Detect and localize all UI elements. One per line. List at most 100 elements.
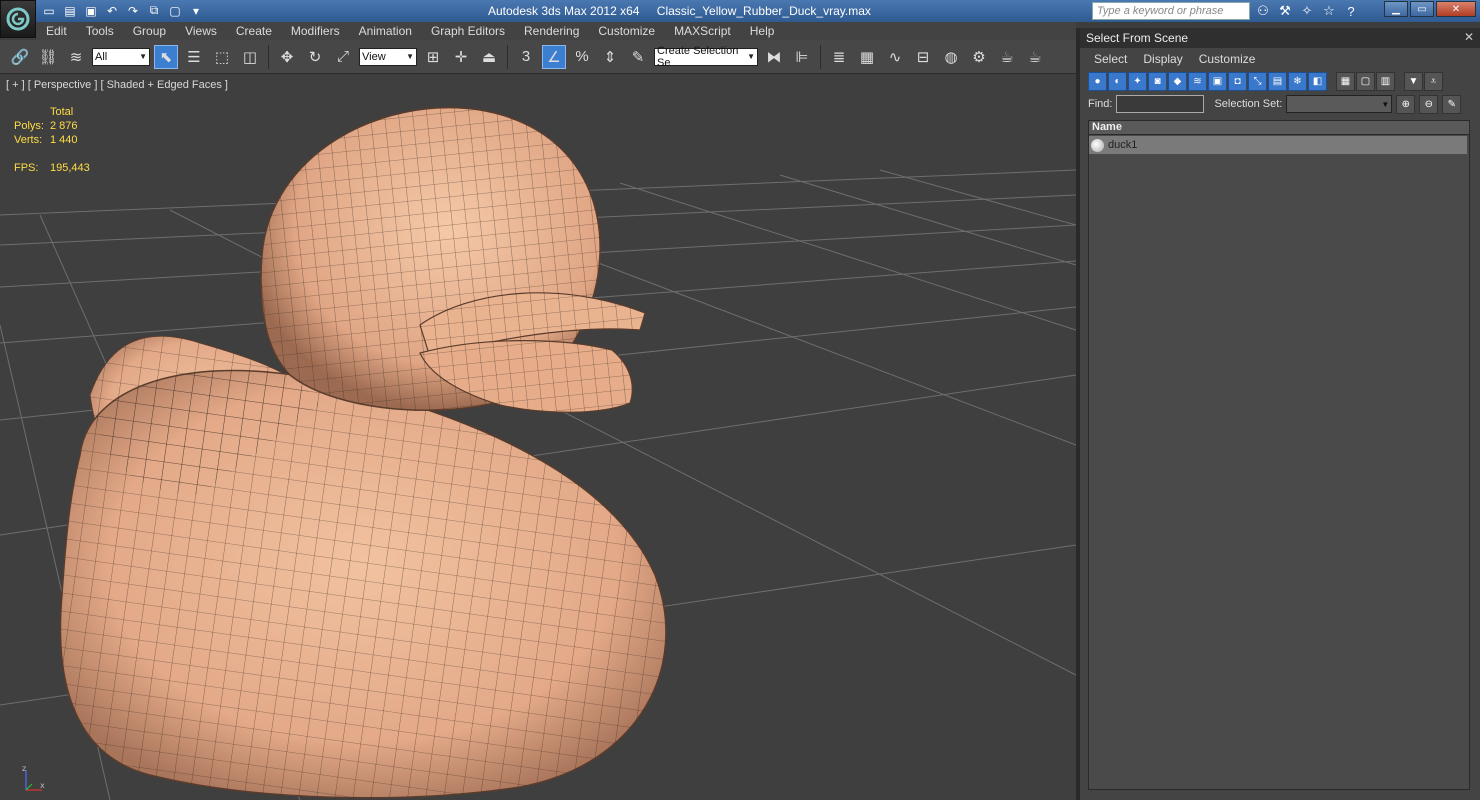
selection-filter-dropdown[interactable]: All ▼ [92, 47, 150, 66]
display-geometry-icon[interactable]: ● [1088, 71, 1107, 91]
spinner-snap-icon[interactable]: ⇕ [598, 45, 622, 69]
display-cameras-icon[interactable]: ◙ [1148, 71, 1167, 91]
save-icon[interactable]: ▣ [82, 2, 100, 19]
menu-edit[interactable]: Edit [46, 24, 67, 38]
display-groups-icon[interactable]: ▣ [1208, 71, 1227, 91]
reference-coordinate-dropdown[interactable]: View ▼ [359, 47, 417, 66]
maximize-icon[interactable]: ▭ [1410, 1, 1434, 17]
select-none-icon[interactable]: ▢ [1356, 71, 1375, 91]
menu-maxscript[interactable]: MAXScript [674, 24, 731, 38]
dialog-menu-select[interactable]: Select [1094, 52, 1127, 66]
verts-label: Verts: [14, 134, 43, 146]
dialog-menu-display[interactable]: Display [1143, 52, 1182, 66]
find-input[interactable] [1116, 95, 1205, 113]
select-object-icon[interactable]: ⬉ [154, 44, 178, 69]
scale-icon[interactable]: ⤢ [331, 45, 355, 69]
select-invert-icon[interactable]: ▥ [1376, 71, 1395, 91]
close-icon[interactable]: ✕ [1436, 1, 1476, 17]
rotate-icon[interactable]: ↻ [303, 45, 327, 69]
filter-options-icon[interactable]: ⩡ [1424, 71, 1443, 91]
hold-icon[interactable]: ⧉ [145, 2, 163, 19]
display-frozen-icon[interactable]: ❄ [1288, 71, 1307, 91]
rect-selection-region-icon[interactable]: ⬚ [210, 45, 234, 69]
menu-rendering[interactable]: Rendering [524, 24, 579, 38]
viewport-statistics: Total Polys: 2 876 Verts: 1 440 FPS: 195,44… [14, 105, 90, 175]
close-icon[interactable]: ✕ [1464, 30, 1474, 44]
display-xrefs-icon[interactable]: ◘ [1228, 71, 1247, 91]
select-all-icon[interactable]: ▦ [1336, 71, 1355, 91]
display-hidden-icon[interactable]: ◧ [1308, 71, 1327, 91]
menu-create[interactable]: Create [236, 24, 272, 38]
add-selection-set-icon[interactable]: ⊕ [1396, 94, 1416, 114]
binoculars-icon[interactable]: ⚇ [1254, 2, 1272, 20]
snaps-toggle-icon[interactable]: 3 [514, 45, 538, 69]
edit-selection-set-icon[interactable]: ✎ [1442, 94, 1462, 114]
edit-named-selection-icon[interactable]: ✎ [626, 45, 650, 69]
percent-snap-icon[interactable]: % [570, 45, 594, 69]
app-logo-icon[interactable] [0, 0, 36, 38]
window-crossing-icon[interactable]: ◫ [238, 45, 262, 69]
display-shapes-icon[interactable]: ◐ [1108, 71, 1127, 91]
selection-filter-value: All [95, 50, 108, 63]
display-helpers-icon[interactable]: ◆ [1168, 71, 1187, 91]
render-setup-icon[interactable]: ⚙ [967, 45, 991, 69]
menu-animation[interactable]: Animation [359, 24, 412, 38]
pivot-center-icon[interactable]: ⊞ [421, 45, 445, 69]
render-production-icon[interactable]: ☕ [1023, 45, 1047, 69]
display-lights-icon[interactable]: ✦ [1128, 71, 1147, 91]
favorites-star-icon[interactable]: ☆ [1320, 2, 1338, 20]
display-bones-icon[interactable]: ⤡ [1248, 71, 1267, 91]
display-containers-icon[interactable]: ▤ [1268, 71, 1287, 91]
dialog-menu-customize[interactable]: Customize [1199, 52, 1256, 66]
undo-icon[interactable]: ↶ [103, 2, 121, 19]
communication-icon[interactable]: ✧ [1298, 2, 1316, 20]
unlink-icon[interactable]: ⛓ [36, 45, 60, 69]
subscription-icon[interactable]: ⚒ [1276, 2, 1294, 20]
schematic-view-icon[interactable]: ⊟ [911, 45, 935, 69]
perspective-viewport[interactable]: [ + ] [ Perspective ] [ Shaded + Edged F… [0, 75, 1076, 800]
menu-group[interactable]: Group [133, 24, 166, 38]
render-teapot-icon[interactable]: ☕ [995, 45, 1019, 69]
angle-snap-icon[interactable]: ∠ [542, 44, 566, 69]
help-icon[interactable]: ? [1342, 2, 1360, 20]
app-name: Autodesk 3ds Max 2012 x64 [488, 4, 640, 18]
link-icon[interactable]: 🔗 [8, 45, 32, 69]
align-icon[interactable]: ⊫ [790, 45, 814, 69]
select-by-name-icon[interactable]: ☰ [182, 45, 206, 69]
toolbar-separator [268, 44, 269, 69]
chevron-down-icon: ▼ [139, 52, 147, 61]
file-name: Classic_Yellow_Rubber_Duck_vray.max [656, 4, 871, 18]
list-header-name[interactable]: Name [1089, 121, 1469, 135]
named-selection-set-dropdown[interactable]: Create Selection Se ▼ [654, 45, 758, 69]
dialog-menu-bar: Select Display Customize [1080, 48, 1480, 70]
curve-editor-icon[interactable]: ∿ [883, 45, 907, 69]
selection-set-dropdown[interactable]: ▼ [1286, 95, 1393, 113]
menu-customize[interactable]: Customize [598, 24, 655, 38]
keyword-search-input[interactable]: Type a keyword or phrase [1092, 2, 1250, 20]
display-spacewarps-icon[interactable]: ≋ [1188, 71, 1207, 91]
filter-icon[interactable]: ▼ [1404, 71, 1423, 91]
list-item[interactable]: duck1 [1089, 136, 1467, 154]
keyboard-shortcut-override-icon[interactable]: ⏏ [477, 45, 501, 69]
remove-selection-set-icon[interactable]: ⊖ [1419, 94, 1439, 114]
mirror-icon[interactable]: ⧓ [762, 45, 786, 69]
scene-object-list[interactable]: Name duck1 [1088, 120, 1470, 790]
viewport-label[interactable]: [ + ] [ Perspective ] [ Shaded + Edged F… [6, 79, 228, 91]
select-manipulate-icon[interactable]: ✛ [449, 45, 473, 69]
menu-views[interactable]: Views [185, 24, 217, 38]
minimize-icon[interactable]: ▁ [1384, 1, 1408, 17]
menu-tools[interactable]: Tools [86, 24, 114, 38]
material-editor-icon[interactable]: ◍ [939, 45, 963, 69]
bind-spacewarp-icon[interactable]: ≋ [64, 45, 88, 69]
menu-help[interactable]: Help [750, 24, 775, 38]
redo-icon[interactable]: ↷ [124, 2, 142, 19]
graphite-ribbon-icon[interactable]: ▦ [855, 45, 879, 69]
layer-manager-icon[interactable]: ≣ [827, 45, 851, 69]
menu-graph-editors[interactable]: Graph Editors [431, 24, 505, 38]
new-file-icon[interactable]: ▭ [40, 2, 58, 19]
open-file-icon[interactable]: ▤ [61, 2, 79, 19]
qat-dropdown-icon[interactable]: ▾ [187, 2, 205, 19]
menu-modifiers[interactable]: Modifiers [291, 24, 340, 38]
move-icon[interactable]: ✥ [275, 45, 299, 69]
project-folder-icon[interactable]: ▢ [166, 2, 184, 19]
